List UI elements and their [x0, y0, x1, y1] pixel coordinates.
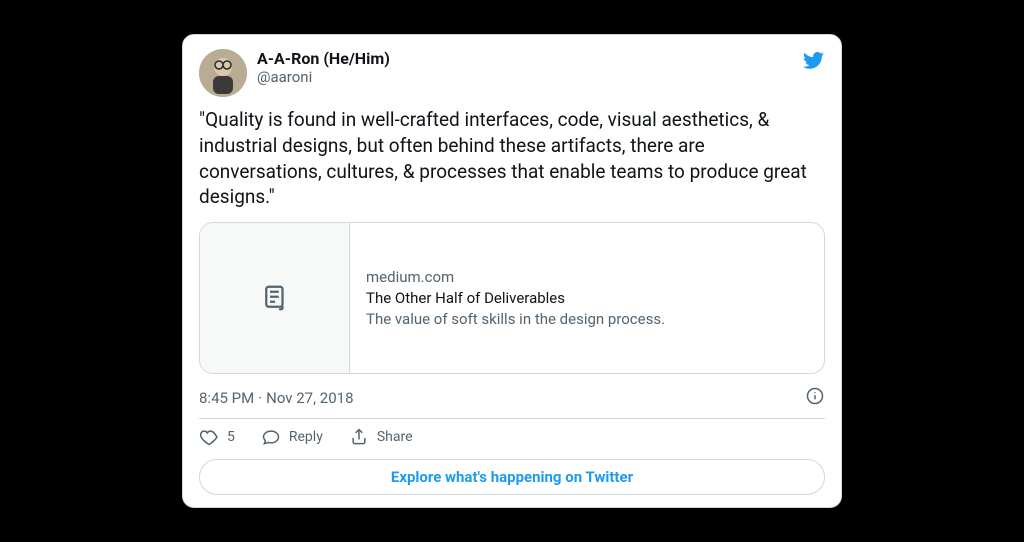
tweet-meta: 8:45 PM · Nov 27, 2018	[199, 384, 825, 418]
link-title: The Other Half of Deliverables	[366, 289, 665, 307]
link-domain: medium.com	[366, 268, 665, 286]
display-name: A-A-Ron (He/Him)	[257, 49, 390, 68]
avatar-image	[199, 49, 247, 97]
tweet-text: "Quality is found in well-crafted interf…	[199, 107, 825, 210]
tweet-time[interactable]: 8:45 PM	[199, 389, 254, 407]
heart-icon	[199, 427, 219, 447]
link-description: The value of soft skills in the design p…	[366, 310, 665, 328]
share-icon	[349, 427, 369, 447]
share-button[interactable]: Share	[349, 427, 413, 447]
link-thumbnail	[200, 223, 350, 373]
tweet-date[interactable]: Nov 27, 2018	[266, 389, 353, 407]
tweet-actions: 5 Reply Share	[199, 427, 825, 447]
reply-label: Reply	[289, 429, 323, 445]
share-label: Share	[377, 429, 413, 445]
like-button[interactable]: 5	[199, 427, 235, 447]
explore-cta-button[interactable]: Explore what's happening on Twitter	[199, 459, 825, 495]
reply-button[interactable]: Reply	[261, 427, 323, 447]
document-icon	[260, 283, 290, 313]
explore-label: Explore what's happening on Twitter	[391, 468, 633, 486]
link-preview-card[interactable]: medium.com The Other Half of Deliverable…	[199, 222, 825, 374]
user-handle: @aaroni	[257, 68, 390, 86]
tweet-header: A-A-Ron (He/Him) @aaroni	[199, 49, 825, 97]
avatar[interactable]	[199, 49, 247, 97]
meta-separator: ·	[258, 389, 262, 407]
link-body: medium.com The Other Half of Deliverable…	[350, 223, 681, 373]
info-icon[interactable]	[805, 386, 825, 410]
user-block[interactable]: A-A-Ron (He/Him) @aaroni	[257, 49, 390, 86]
like-count: 5	[227, 429, 235, 445]
twitter-logo-icon[interactable]	[801, 49, 825, 73]
divider	[199, 418, 825, 419]
reply-icon	[261, 427, 281, 447]
tweet-card: A-A-Ron (He/Him) @aaroni "Quality is fou…	[182, 34, 842, 508]
